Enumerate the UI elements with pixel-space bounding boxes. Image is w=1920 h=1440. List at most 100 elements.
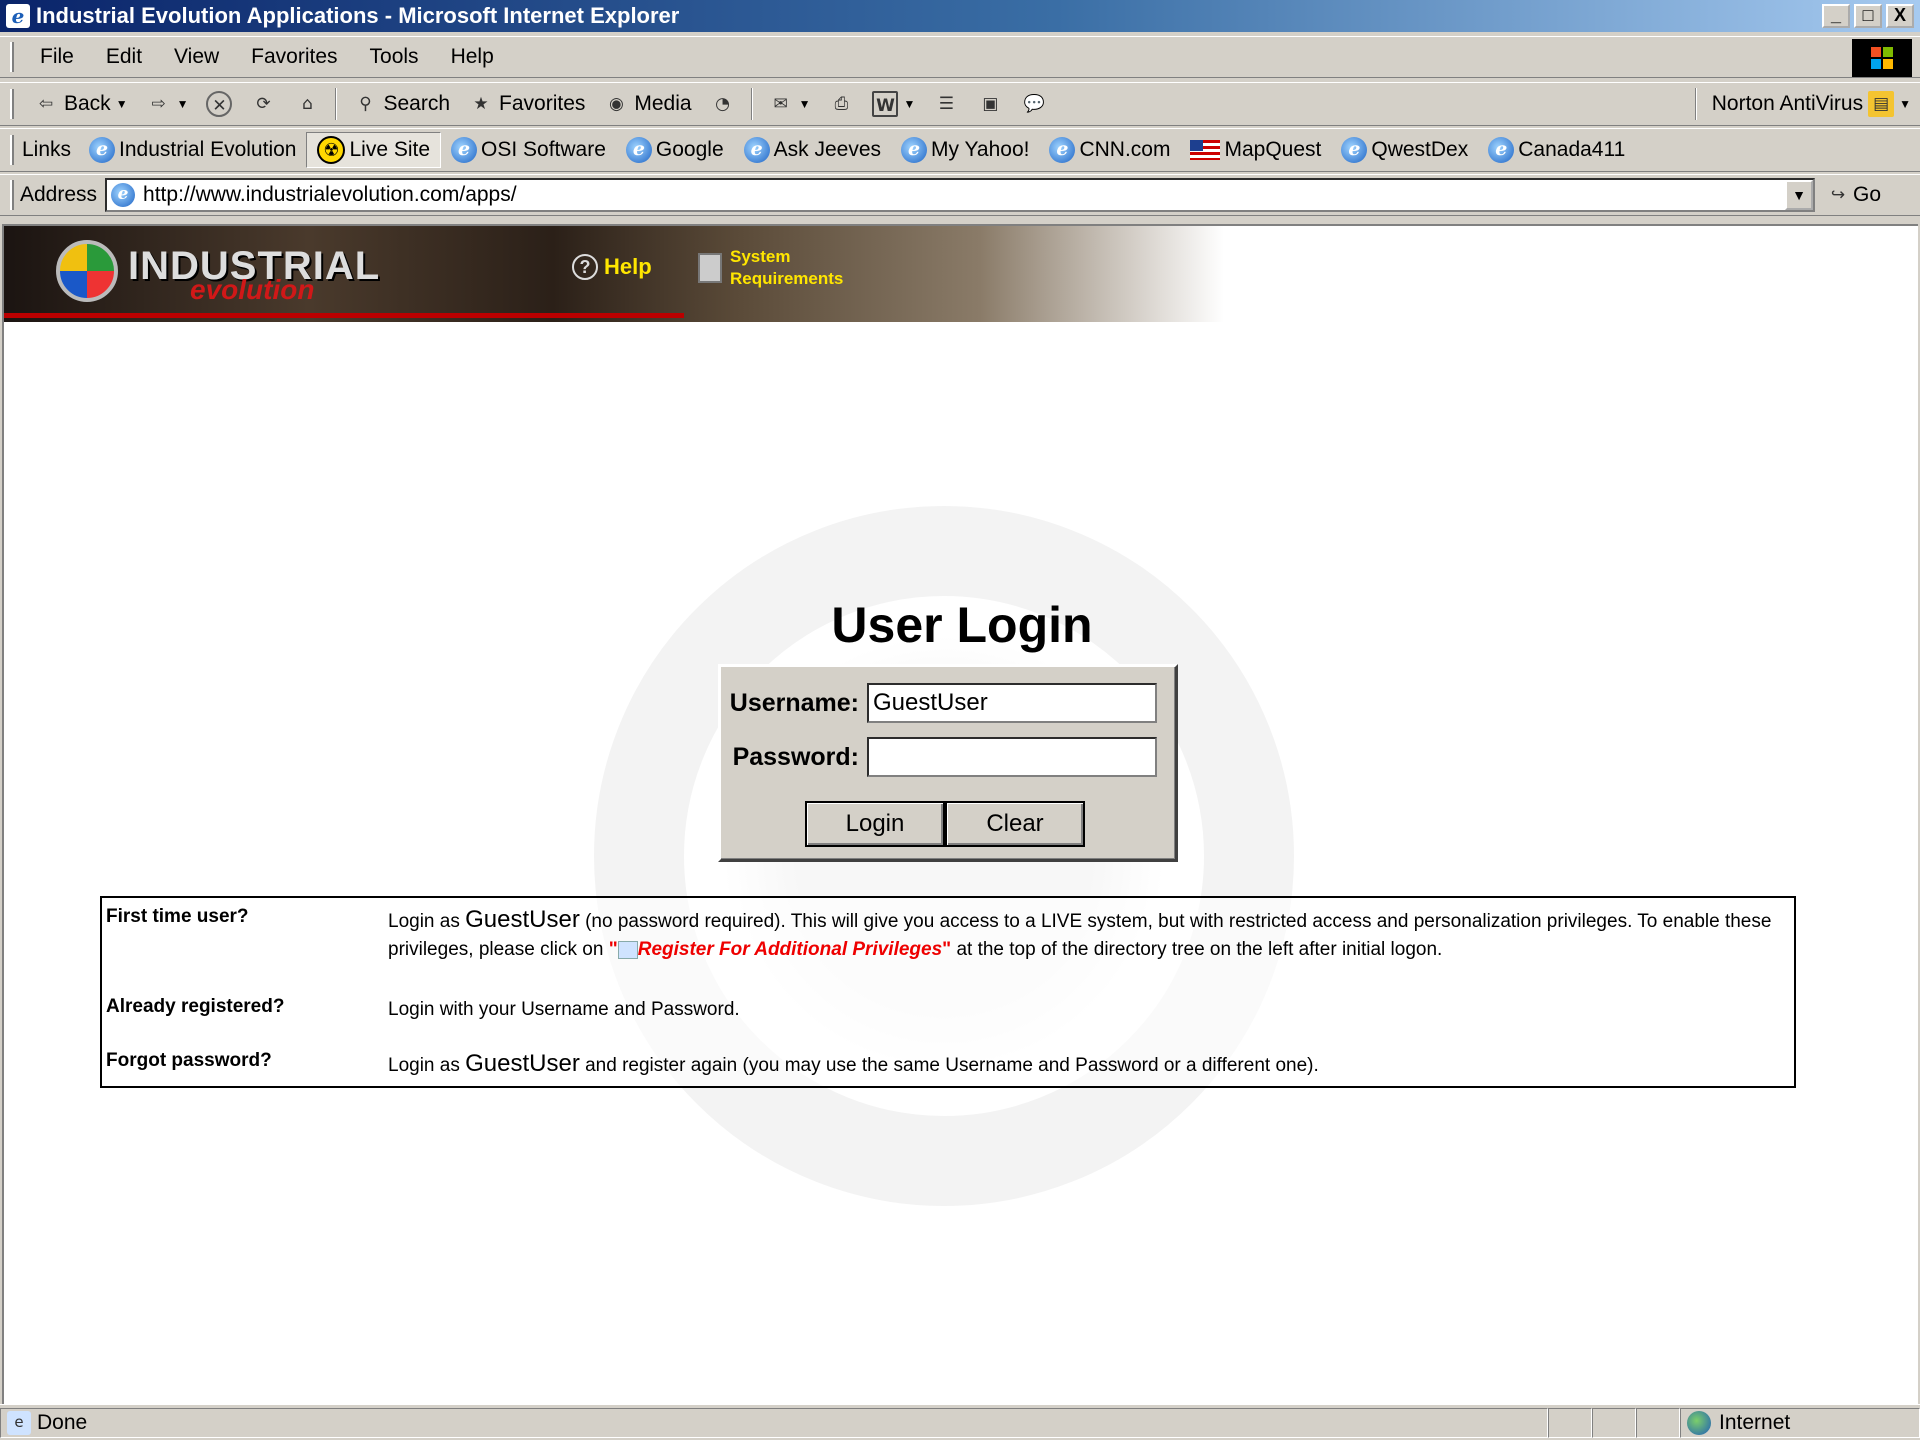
go-button[interactable]: ↪ Go <box>1815 182 1893 208</box>
toolbar-grip[interactable] <box>10 42 14 72</box>
answer-text: and register again (you may use the same… <box>579 1055 1319 1076</box>
forgot-answer: Login as GuestUser and register again (y… <box>388 1050 1794 1080</box>
menu-favorites[interactable]: Favorites <box>235 45 353 69</box>
close-button[interactable]: X <box>1886 4 1914 28</box>
status-bar: e Done Internet <box>0 1404 1920 1440</box>
link-label: Canada411 <box>1518 138 1626 161</box>
media-label: Media <box>634 92 692 115</box>
link-cnn[interactable]: e CNN.com <box>1039 132 1180 168</box>
edit-button[interactable]: W ▼ <box>863 85 924 123</box>
stop-button[interactable]: ✕ <box>197 85 241 123</box>
menu-edit[interactable]: Edit <box>90 45 158 69</box>
document-icon: ☰ <box>938 94 954 114</box>
ie-page-icon: e <box>111 183 136 207</box>
print-icon: ⎙ <box>834 94 849 114</box>
chevron-down-icon[interactable]: ▼ <box>1899 97 1911 111</box>
menu-view[interactable]: View <box>158 45 235 69</box>
search-button[interactable]: ⚲ Search <box>343 85 459 123</box>
link-mapquest[interactable]: MapQuest <box>1180 132 1331 168</box>
link-industrial-evolution[interactable]: e Industrial Evolution <box>79 132 306 168</box>
maximize-button[interactable]: □ <box>1854 4 1882 28</box>
window-title: Industrial Evolution Applications - Micr… <box>36 3 680 28</box>
registered-question: Already registered? <box>106 996 285 1017</box>
menu-tools[interactable]: Tools <box>354 45 435 69</box>
toolbar-grip[interactable] <box>10 89 14 119</box>
username-input[interactable] <box>867 683 1157 723</box>
standard-toolbar: ⇦ Back ▼ ⇨ ▼ ✕ ⟳ ⌂ ⚲ Search ★ Favorites … <box>0 82 1920 126</box>
search-icon: ⚲ <box>359 94 372 114</box>
site-banner: INDUSTRIAL evolution ? Help System Requir… <box>4 226 1224 322</box>
link-label: MapQuest <box>1224 138 1322 161</box>
minimize-button[interactable]: _ <box>1822 4 1850 28</box>
link-live-site[interactable]: ☢ Live Site <box>306 132 442 168</box>
discuss-button[interactable]: ☰ <box>924 85 968 123</box>
logo-sub-text: evolution <box>190 274 315 305</box>
chevron-down-icon[interactable]: ▼ <box>799 97 811 111</box>
links-label: Links <box>22 138 72 161</box>
link-label: Google <box>655 138 724 161</box>
home-button[interactable]: ⌂ <box>285 85 329 123</box>
favorites-button[interactable]: ★ Favorites <box>459 85 594 123</box>
ie-page-icon: e <box>901 137 928 163</box>
first-time-answer: Login as GuestUser (no password required… <box>388 906 1794 964</box>
history-icon: ◔ <box>715 94 730 114</box>
link-label: Ask Jeeves <box>773 138 882 161</box>
password-row: Password: <box>721 737 1157 777</box>
print-button[interactable]: ⎙ <box>819 85 863 123</box>
link-canada411[interactable]: e Canada411 <box>1478 132 1635 168</box>
status-text-cell: e Done <box>0 1407 1548 1438</box>
address-url[interactable]: http://www.industrialevolution.com/apps/ <box>143 183 1785 207</box>
username-row: Username: <box>721 683 1157 723</box>
history-button[interactable]: ◔ <box>701 85 745 123</box>
system-requirements-link[interactable]: System Requirements <box>698 246 843 290</box>
norton-antivirus-button[interactable]: Norton AntiVirus ▤ ▼ <box>1703 85 1920 123</box>
forgot-question: Forgot password? <box>106 1050 272 1071</box>
mail-icon: ✉ <box>773 94 788 114</box>
chevron-down-icon[interactable]: ▼ <box>177 97 189 111</box>
address-bar: Address e http://www.industrialevolution… <box>0 174 1920 216</box>
messenger-button[interactable]: 💬 <box>1012 85 1056 123</box>
media-button[interactable]: ◉ Media <box>594 85 700 123</box>
ie-page-icon: e <box>451 137 478 163</box>
menu-bar: File Edit View Favorites Tools Help <box>0 36 1920 78</box>
help-link[interactable]: ? Help <box>572 254 652 280</box>
menu-help[interactable]: Help <box>435 45 510 69</box>
help-info-table: First time user? Login as GuestUser (no … <box>100 896 1796 1088</box>
toolbar-grip[interactable] <box>10 135 14 165</box>
link-google[interactable]: e Google <box>616 132 734 168</box>
forward-button[interactable]: ⇨ ▼ <box>137 85 198 123</box>
address-dropdown-button[interactable]: ▼ <box>1785 180 1814 210</box>
home-icon: ⌂ <box>302 94 313 114</box>
link-my-yahoo[interactable]: e My Yahoo! <box>891 132 1039 168</box>
favorites-label: Favorites <box>499 92 586 115</box>
mail-button[interactable]: ✉ ▼ <box>759 85 820 123</box>
ie-page-icon: e <box>1341 137 1368 163</box>
help-icon: ? <box>572 254 598 280</box>
toolbar-separator <box>1694 88 1697 120</box>
register-link[interactable]: Register For Additional Privileges <box>638 939 942 960</box>
back-button[interactable]: ⇦ Back ▼ <box>24 85 137 123</box>
search-label: Search <box>383 92 451 115</box>
refresh-button[interactable]: ⟳ <box>241 85 285 123</box>
toolbar-grip[interactable] <box>10 180 14 210</box>
guestuser-text: GuestUser <box>465 1050 580 1077</box>
password-input[interactable] <box>867 737 1157 777</box>
menu-file[interactable]: File <box>24 45 90 69</box>
links-bar: Links e Industrial Evolution ☢ Live Site e… <box>0 128 1920 172</box>
status-cell <box>1592 1407 1636 1438</box>
research-icon: ▣ <box>982 94 999 114</box>
ie-page-icon: e <box>625 137 652 163</box>
login-button[interactable]: Login <box>805 801 945 847</box>
guestuser-text: GuestUser <box>465 906 580 933</box>
link-ask-jeeves[interactable]: e Ask Jeeves <box>734 132 891 168</box>
link-osi-software[interactable]: e OSI Software <box>441 132 616 168</box>
link-qwestdex[interactable]: e QwestDex <box>1331 132 1478 168</box>
research-button[interactable]: ▣ <box>968 85 1012 123</box>
us-flag-icon <box>1190 140 1221 160</box>
chevron-down-icon[interactable]: ▼ <box>903 97 915 111</box>
clear-button[interactable]: Clear <box>945 801 1085 847</box>
internet-globe-icon <box>1687 1410 1711 1435</box>
address-field[interactable]: e http://www.industrialevolution.com/app… <box>105 178 1816 212</box>
login-title: User Login <box>831 597 1093 653</box>
chevron-down-icon[interactable]: ▼ <box>116 97 128 111</box>
